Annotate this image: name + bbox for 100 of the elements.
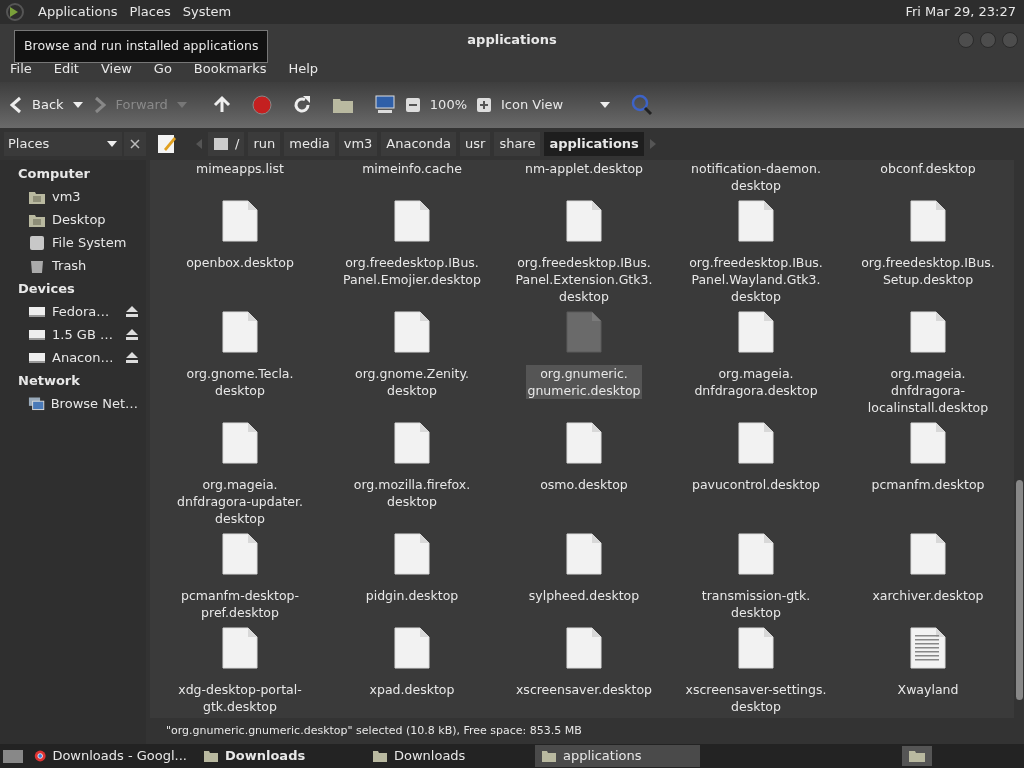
file-name[interactable]: sylpheed.desktop bbox=[526, 587, 642, 604]
dropdown-icon bbox=[106, 140, 118, 148]
text-document-icon bbox=[910, 627, 946, 669]
show-desktop-icon[interactable] bbox=[2, 747, 24, 765]
document-icon bbox=[738, 311, 774, 353]
tooltip: Browse and run installed applications bbox=[14, 30, 269, 63]
file-name[interactable]: org.freedesktop.IBus. Panel.Extension.Gtk3. desktop bbox=[513, 254, 655, 305]
document-icon bbox=[394, 311, 430, 353]
close-icon bbox=[130, 139, 140, 149]
file-name[interactable]: org.freedesktop.IBus. Setup.desktop bbox=[859, 254, 997, 288]
file-name[interactable]: mimeapps.list bbox=[194, 160, 286, 177]
folder-icon bbox=[372, 749, 388, 763]
document-icon bbox=[566, 200, 602, 242]
sidebar-item[interactable]: vm3 bbox=[52, 186, 138, 207]
start-icon[interactable] bbox=[4, 2, 26, 22]
file-name[interactable]: org.mozilla.firefox. desktop bbox=[351, 476, 473, 510]
document-icon bbox=[738, 200, 774, 242]
path-segment[interactable]: / bbox=[208, 132, 245, 156]
file-name[interactable]: org.gnome.Zenity. desktop bbox=[353, 365, 471, 399]
document-icon bbox=[566, 422, 602, 464]
document-icon bbox=[222, 422, 258, 464]
file-name[interactable]: org.mageia. dnfdragora- localinstall.desktop bbox=[865, 365, 991, 416]
sidebar-item[interactable]: Desktop bbox=[52, 209, 138, 230]
folder-icon bbox=[541, 749, 557, 763]
path-segment[interactable]: run bbox=[248, 132, 281, 156]
panel-menu[interactable]: System bbox=[182, 2, 232, 22]
document-icon bbox=[394, 533, 430, 575]
path-segment[interactable]: applications bbox=[544, 132, 644, 156]
sidebar-item[interactable]: Browse Net… bbox=[50, 393, 138, 414]
file-name[interactable]: nm-applet.desktop bbox=[522, 160, 645, 177]
file-name[interactable]: xpad.desktop bbox=[367, 681, 457, 698]
eject-icon[interactable] bbox=[126, 329, 138, 340]
sidebar-item[interactable]: Trash bbox=[52, 255, 138, 276]
file-name[interactable]: transmission-gtk. desktop bbox=[699, 587, 813, 621]
document-icon bbox=[222, 533, 258, 575]
computer-icon[interactable] bbox=[373, 95, 396, 115]
back-button[interactable]: Back bbox=[10, 95, 64, 115]
panel-menu[interactable]: Applications bbox=[38, 2, 118, 22]
file-name[interactable]: xarchiver.desktop bbox=[870, 587, 986, 604]
file-name[interactable]: mimeinfo.cache bbox=[360, 160, 464, 177]
panel-menu[interactable]: Places bbox=[129, 2, 171, 22]
menu-item[interactable]: Help bbox=[288, 59, 319, 79]
document-icon bbox=[394, 422, 430, 464]
search-icon[interactable] bbox=[631, 94, 653, 116]
document-icon bbox=[222, 311, 258, 353]
file-name[interactable]: pidgin.desktop bbox=[363, 587, 461, 604]
close-button[interactable] bbox=[124, 132, 146, 156]
network-icon bbox=[28, 395, 45, 412]
taskbar-button[interactable]: Downloads bbox=[197, 745, 362, 767]
file-name[interactable]: org.freedesktop.IBus. Panel.Emojier.desktop bbox=[341, 254, 483, 288]
eject-icon[interactable] bbox=[126, 306, 138, 317]
path-segment[interactable]: Anaconda bbox=[381, 132, 457, 156]
file-name[interactable]: org.mageia. dnfdragora.desktop bbox=[692, 365, 820, 399]
eject-icon[interactable] bbox=[126, 352, 138, 363]
sidebar-item[interactable]: Fedora… bbox=[52, 301, 120, 322]
up-arrow-icon[interactable] bbox=[211, 95, 232, 115]
edit-icon[interactable] bbox=[156, 133, 178, 155]
view-mode-dropdown[interactable]: Icon View bbox=[501, 95, 611, 115]
file-name[interactable]: xscreensaver-settings. desktop bbox=[683, 681, 829, 715]
taskbar-button[interactable]: applications bbox=[535, 745, 700, 767]
sidebar-item[interactable]: File System bbox=[52, 232, 138, 253]
path-segment[interactable]: media bbox=[284, 132, 335, 156]
file-name[interactable]: org.mageia. dnfdragora-updater. desktop bbox=[175, 476, 305, 527]
file-name[interactable]: pcmanfm-desktop- pref.desktop bbox=[179, 587, 301, 621]
sidebar-item[interactable]: 1.5 GB … bbox=[52, 324, 120, 345]
file-name[interactable]: pcmanfm.desktop bbox=[869, 476, 987, 493]
file-name[interactable]: org.freedesktop.IBus. Panel.Wayland.Gtk3. desktop bbox=[687, 254, 825, 305]
file-name[interactable]: xscreensaver.desktop bbox=[513, 681, 654, 698]
side-pane-selector[interactable]: Places bbox=[4, 132, 122, 156]
file-name[interactable]: Xwayland bbox=[895, 681, 961, 698]
file-name[interactable]: osmo.desktop bbox=[538, 476, 630, 493]
dropdown-icon[interactable] bbox=[71, 101, 84, 109]
path-segment[interactable]: share bbox=[494, 132, 541, 156]
zoom-in-icon[interactable] bbox=[477, 98, 491, 112]
document-icon bbox=[738, 533, 774, 575]
file-name[interactable]: openbox.desktop bbox=[184, 254, 296, 271]
file-name[interactable]: obconf.desktop bbox=[878, 160, 978, 177]
document-icon bbox=[910, 200, 946, 242]
reload-icon[interactable] bbox=[291, 95, 312, 115]
zoom-out-icon[interactable] bbox=[405, 98, 420, 112]
document-icon bbox=[394, 200, 430, 242]
taskbar-button[interactable]: Downloads - Googl... bbox=[28, 745, 193, 767]
document-icon bbox=[566, 627, 602, 669]
taskbar-button[interactable]: Downloads bbox=[366, 745, 531, 767]
file-name[interactable]: xdg-desktop-portal- gtk.desktop bbox=[176, 681, 304, 715]
section-header: Devices bbox=[17, 279, 76, 298]
status-bar: "org.gnumeric.gnumeric.desktop" selected (10.8 kB), Free space: 853.5 MB bbox=[150, 718, 1024, 744]
path-segment[interactable]: usr bbox=[460, 132, 491, 156]
file-name[interactable]: org.gnumeric. gnumeric.desktop bbox=[525, 365, 643, 399]
folder-icon[interactable] bbox=[902, 746, 932, 766]
dropdown-icon bbox=[599, 101, 611, 109]
path-segment[interactable]: vm3 bbox=[338, 132, 378, 156]
document-icon bbox=[738, 627, 774, 669]
sidebar-item[interactable]: Anacon… bbox=[52, 347, 120, 368]
file-name[interactable]: notification-daemon. desktop bbox=[689, 160, 823, 194]
section-header: Computer bbox=[17, 164, 92, 183]
document-icon bbox=[738, 422, 774, 464]
home-folder-icon[interactable] bbox=[331, 96, 354, 114]
file-name[interactable]: pavucontrol.desktop bbox=[689, 476, 823, 493]
file-name[interactable]: org.gnome.Tecla. desktop bbox=[184, 365, 296, 399]
